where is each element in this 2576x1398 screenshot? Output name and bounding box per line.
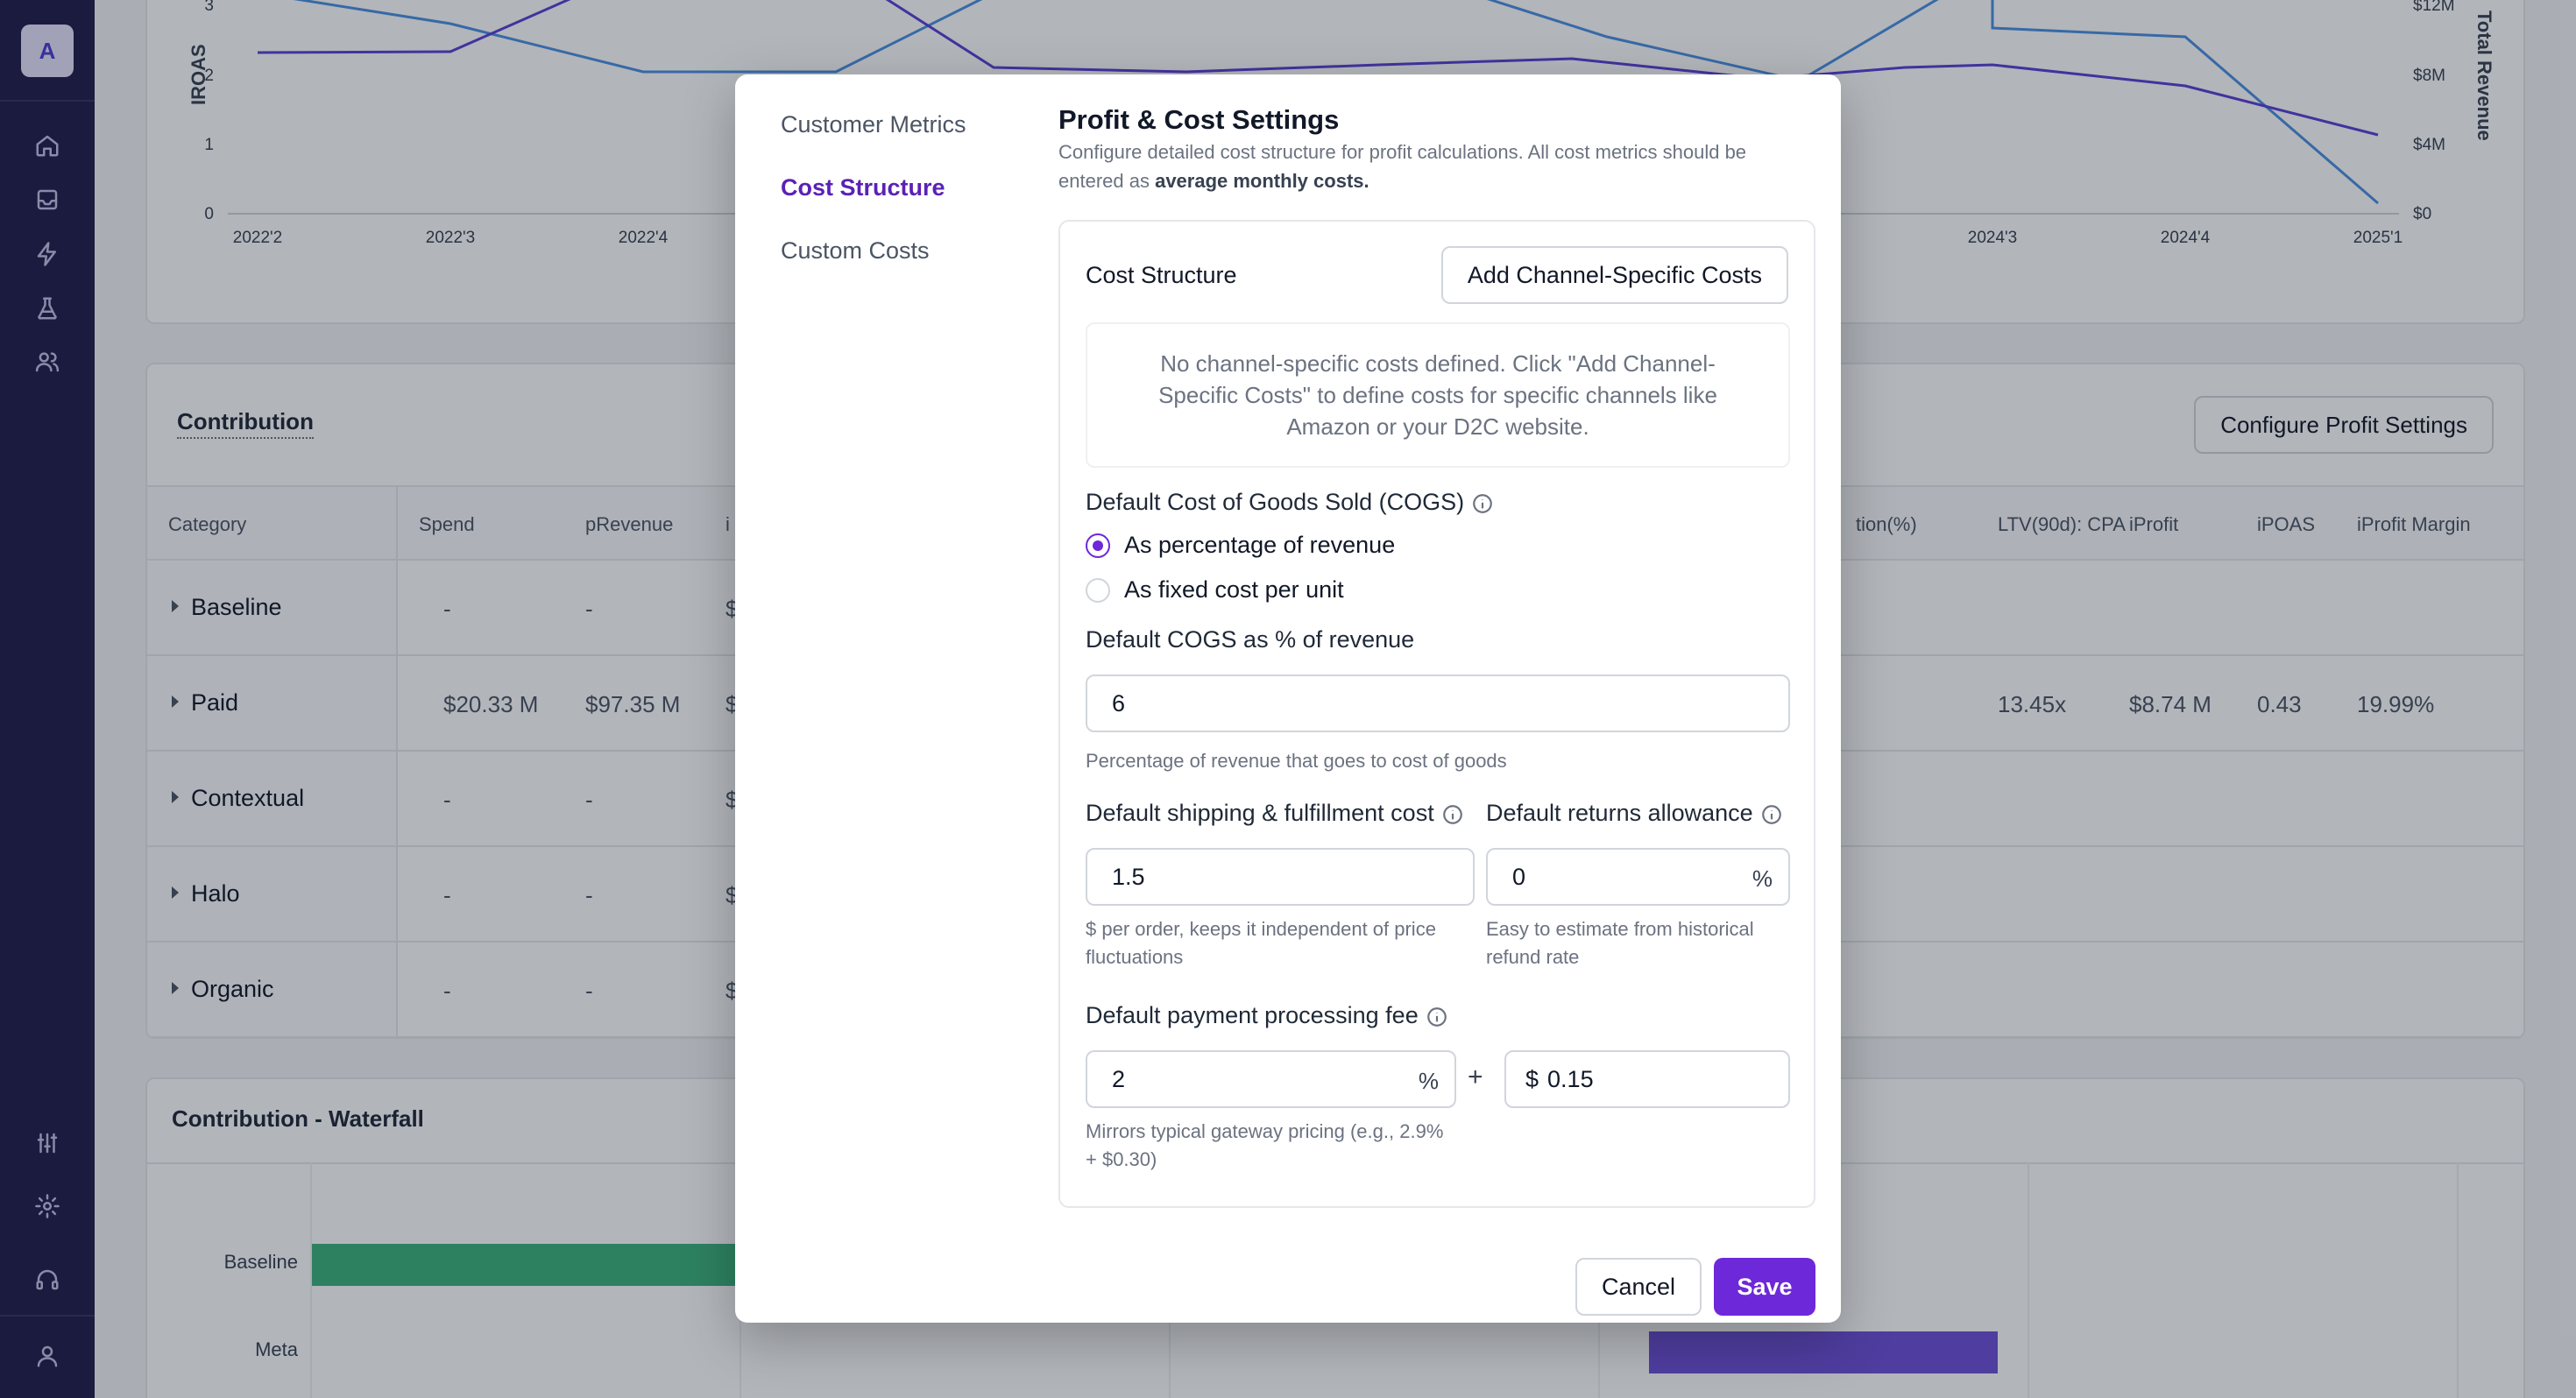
cost-structure-panel: Cost Structure Add Channel-Specific Cost…: [1058, 220, 1815, 1208]
plus-sign: +: [1468, 1063, 1483, 1091]
info-icon[interactable]: [1760, 803, 1783, 826]
cogs-value: 6: [1112, 689, 1126, 717]
info-icon[interactable]: [1426, 1006, 1448, 1028]
shipping-label-text: Default shipping & fulfillment cost: [1086, 800, 1434, 826]
nav-custom-costs[interactable]: Custom Costs: [781, 237, 930, 265]
payment-fee-hint: Mirrors typical gateway pricing (e.g., 2…: [1086, 1120, 1444, 1170]
returns-label-text: Default returns allowance: [1486, 800, 1753, 826]
save-button[interactable]: Save: [1714, 1258, 1815, 1316]
shipping-hint: $ per order, keeps it independent of pri…: [1086, 918, 1436, 968]
cogs-pct-label: Default COGS as % of revenue: [1086, 626, 1415, 653]
radio-cogs-percentage[interactable]: As percentage of revenue: [1086, 532, 1395, 559]
returns-label: Default returns allowance: [1486, 800, 1783, 827]
payment-fee-label: Default payment processing fee: [1086, 1002, 1448, 1029]
info-icon[interactable]: [1471, 492, 1494, 515]
payment-fee-percentage-input[interactable]: 2 %: [1086, 1050, 1456, 1108]
modal-description: Configure detailed cost structure for pr…: [1058, 138, 1812, 195]
returns-hint: Easy to estimate from historical refund …: [1486, 918, 1754, 968]
returns-allowance-input[interactable]: 0 %: [1486, 848, 1790, 906]
info-icon[interactable]: [1441, 803, 1464, 826]
shipping-cost-input[interactable]: 1.5: [1086, 848, 1475, 906]
percent-suffix: %: [1418, 1068, 1439, 1094]
nav-customer-metrics[interactable]: Customer Metrics: [781, 111, 966, 138]
dollar-prefix: $: [1525, 1065, 1539, 1092]
cogs-label-text: Default Cost of Goods Sold (COGS): [1086, 489, 1465, 515]
empty-channel-costs-message: No channel-specific costs defined. Click…: [1086, 322, 1790, 468]
profit-cost-settings-modal: Customer Metrics Cost Structure Custom C…: [735, 74, 1841, 1323]
payment-fee-fixed-input[interactable]: $ 0.15: [1504, 1050, 1790, 1108]
add-channel-specific-costs-button[interactable]: Add Channel-Specific Costs: [1440, 246, 1788, 304]
shipping-value: 1.5: [1112, 863, 1145, 890]
payment-fee-label-text: Default payment processing fee: [1086, 1002, 1419, 1028]
returns-value: 0: [1512, 863, 1526, 890]
radio-cogs-fixed[interactable]: As fixed cost per unit: [1086, 576, 1344, 604]
modal-description-emphasis: average monthly costs.: [1155, 170, 1369, 192]
cogs-percentage-input[interactable]: 6: [1086, 674, 1790, 732]
modal-title: Profit & Cost Settings: [1058, 104, 1340, 135]
radio-label: As percentage of revenue: [1124, 532, 1396, 558]
payment-fixed-value: 0.15: [1547, 1065, 1594, 1092]
cogs-label: Default Cost of Goods Sold (COGS): [1086, 489, 1494, 516]
percent-suffix: %: [1752, 865, 1773, 892]
nav-cost-structure[interactable]: Cost Structure: [781, 174, 945, 201]
radio-label: As fixed cost per unit: [1124, 576, 1344, 603]
radio-button-checked[interactable]: [1086, 533, 1110, 558]
cogs-hint: Percentage of revenue that goes to cost …: [1086, 750, 1507, 772]
shipping-label: Default shipping & fulfillment cost: [1086, 800, 1464, 827]
cancel-button[interactable]: Cancel: [1575, 1258, 1702, 1316]
radio-button[interactable]: [1086, 577, 1110, 603]
payment-pct-value: 2: [1112, 1065, 1126, 1092]
cost-structure-label: Cost Structure: [1086, 262, 1237, 288]
